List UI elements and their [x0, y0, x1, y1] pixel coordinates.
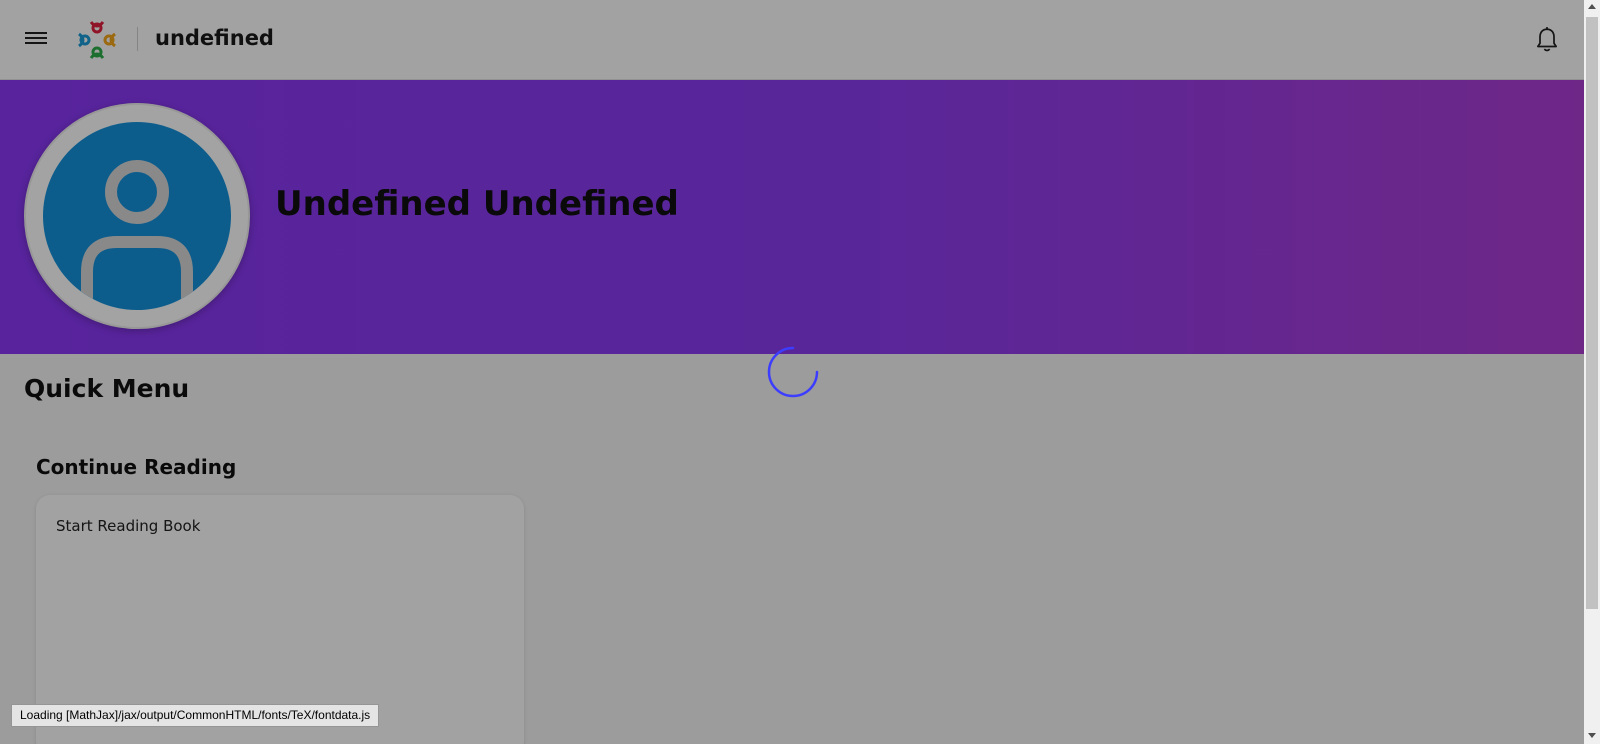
vertical-scrollbar[interactable] — [1584, 0, 1600, 744]
loading-spinner-icon — [767, 346, 819, 398]
scroll-up-arrow-icon[interactable] — [1588, 4, 1596, 9]
mathjax-status-bar: Loading [MathJax]/jax/output/CommonHTML/… — [11, 704, 380, 727]
scroll-down-arrow-icon[interactable] — [1588, 733, 1596, 738]
scrollbar-thumb[interactable] — [1586, 17, 1598, 609]
